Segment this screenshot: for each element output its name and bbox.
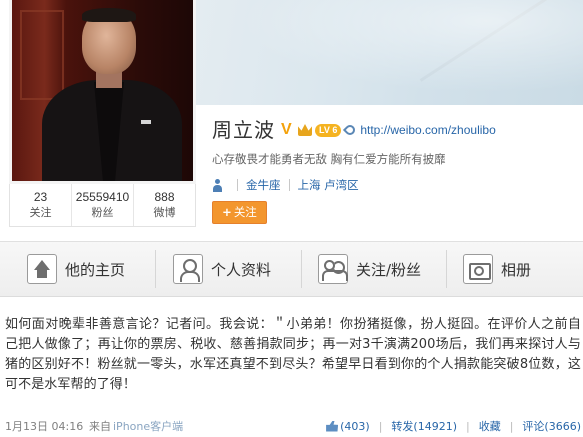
tab-label: 个人资料 — [211, 260, 272, 279]
comment-button[interactable]: 评论(3666) — [522, 418, 581, 434]
profile-stats: 23 关注 25559410 粉丝 888 微博 — [9, 184, 196, 227]
divider — [301, 250, 302, 288]
name-row: 周立波 V LV 6 http://weibo.com/zhoulibo — [212, 118, 580, 142]
weibo-post: 如何面对晚辈非善意言论？记者问。我会说：＂小弟弟！你扮猪挺像，扮人挺囧。在评价人… — [5, 315, 581, 433]
verified-icon[interactable]: V — [281, 122, 295, 138]
location-link[interactable]: 上海 卢湾区 — [298, 177, 359, 193]
post-text: 如何面对晚辈非善意言论？记者问。我会说：＂小弟弟！你扮猪挺像，扮人挺囧。在评价人… — [5, 317, 581, 392]
profile-name: 周立波 — [212, 118, 275, 142]
divider — [237, 179, 238, 191]
stat-following[interactable]: 23 关注 — [10, 184, 72, 226]
profile-info: 周立波 V LV 6 http://weibo.com/zhoulibo 心存敬… — [212, 118, 580, 224]
follow-label: 关注 — [233, 205, 257, 219]
plus-icon: + — [222, 205, 232, 219]
stat-value: 888 — [154, 190, 175, 204]
divider — [446, 250, 447, 288]
tab-follow-fans[interactable]: 关注/粉丝 — [318, 242, 421, 296]
stat-label: 粉丝 — [91, 206, 114, 219]
crown-icon[interactable] — [298, 124, 312, 136]
post-timestamp-link[interactable]: 1月13日 04:16 — [5, 418, 83, 434]
stat-label: 关注 — [29, 206, 52, 219]
profile-tab-bar: 他的主页 个人资料 关注/粉丝 相册 — [0, 241, 583, 297]
thumbs-up-icon — [326, 420, 339, 432]
stat-value: 23 — [33, 190, 48, 204]
post-footer: 1月13日 04:16 来自 iPhone客户端 (403) | 转发(1492… — [5, 418, 581, 434]
cover-banner — [196, 0, 583, 105]
person-icon — [173, 254, 203, 284]
divider: | — [509, 419, 514, 433]
profile-url-link[interactable]: http://weibo.com/zhoulibo — [360, 123, 495, 137]
repost-button[interactable]: 转发(14921) — [391, 418, 457, 434]
follow-button[interactable]: + 关注 — [212, 201, 267, 224]
profile-meta: 金牛座 上海 卢湾区 — [212, 177, 580, 193]
zodiac-link[interactable]: 金牛座 — [246, 177, 281, 193]
divider — [155, 250, 156, 288]
stat-label: 微博 — [153, 206, 176, 219]
tab-home[interactable]: 他的主页 — [27, 242, 125, 296]
tab-label: 关注/粉丝 — [356, 260, 422, 279]
stat-followers[interactable]: 25559410 粉丝 — [72, 184, 134, 226]
camera-icon — [463, 254, 493, 284]
post-source-link[interactable]: iPhone客户端 — [113, 418, 183, 434]
divider: | — [465, 419, 470, 433]
favorite-button[interactable]: 收藏 — [479, 418, 501, 434]
like-count: (403) — [340, 419, 370, 433]
stat-posts[interactable]: 888 微博 — [134, 184, 195, 226]
source-prefix: 来自 — [89, 420, 111, 433]
people-icon — [318, 254, 348, 284]
level-badge[interactable]: LV 6 — [315, 123, 342, 137]
tab-label: 相册 — [501, 260, 532, 279]
tab-profile[interactable]: 个人资料 — [173, 242, 271, 296]
avatar-frame — [9, 0, 196, 184]
tab-label: 他的主页 — [65, 260, 126, 279]
tab-album[interactable]: 相册 — [463, 242, 531, 296]
post-actions: (403) | 转发(14921) | 收藏 | 评论(3666) — [326, 418, 581, 434]
link-icon — [343, 122, 358, 138]
profile-motto: 心存敬畏才能勇者无敌 胸有仁爱方能所有披靡 — [212, 152, 446, 166]
like-button[interactable]: (403) — [326, 420, 370, 433]
avatar[interactable] — [12, 0, 193, 181]
divider: | — [378, 419, 383, 433]
person-icon — [212, 178, 223, 192]
home-icon — [27, 254, 57, 284]
stat-value: 25559410 — [75, 190, 130, 204]
divider — [288, 179, 290, 191]
